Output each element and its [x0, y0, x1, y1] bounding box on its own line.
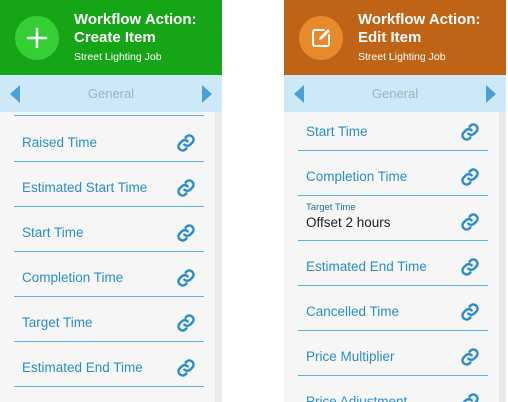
edit-item-panel: Workflow Action: Edit Item Street Lighti…	[284, 0, 506, 402]
field-estimated-end-time[interactable]: Estimated End Time	[298, 240, 488, 286]
field-label: Target Time	[22, 315, 93, 330]
link-icon[interactable]	[176, 178, 196, 198]
field-label: Completion Time	[306, 169, 408, 184]
chevron-right-icon[interactable]	[202, 85, 212, 103]
link-icon[interactable]	[176, 268, 196, 288]
chevron-left-icon[interactable]	[10, 85, 20, 103]
link-icon[interactable]	[460, 167, 480, 187]
link-icon[interactable]	[176, 358, 196, 378]
header-title-line2: Edit Item	[358, 29, 422, 46]
create-item-panel: Workflow Action: Create Item Street Ligh…	[0, 0, 222, 402]
header-title-line1: Workflow Action:	[74, 11, 197, 28]
create-item-header: Workflow Action: Create Item Street Ligh…	[0, 0, 222, 75]
field-target-time[interactable]: Target Time Offset 2 hours	[298, 195, 488, 241]
field-completion-time[interactable]: Completion Time	[14, 251, 204, 297]
field-label: Raised Time	[22, 135, 98, 150]
section-nav: General	[0, 75, 222, 112]
header-title: Workflow Action: Create Item	[74, 11, 222, 47]
link-icon[interactable]	[460, 122, 480, 142]
field-price-multiplier[interactable]: Price Multiplier	[298, 330, 488, 376]
field-label: Start Time	[22, 225, 84, 240]
field-target-time[interactable]: Target Time	[14, 296, 204, 342]
header-subtitle: Street Lighting Job	[358, 51, 446, 63]
field-label: Estimated Start Time	[22, 180, 148, 195]
field-value: Offset 2 hours	[306, 215, 391, 230]
section-label: General	[87, 86, 135, 101]
field-label: Price Adjustment	[306, 394, 408, 402]
link-icon[interactable]	[176, 223, 196, 243]
field-start-time[interactable]: Start Time	[14, 206, 204, 252]
edit-icon[interactable]	[299, 16, 343, 60]
field-estimated-end-time[interactable]: Estimated End Time	[14, 341, 204, 387]
plus-icon[interactable]	[15, 16, 59, 60]
header-subtitle: Street Lighting Job	[74, 51, 162, 63]
field-start-time[interactable]: Start Time	[298, 105, 488, 151]
field-label: Target Time	[306, 202, 356, 213]
link-icon[interactable]	[460, 257, 480, 277]
field-price-adjustment[interactable]: Price Adjustment	[298, 375, 488, 402]
header-title-line1: Workflow Action:	[358, 11, 481, 28]
section-label: General	[371, 86, 419, 101]
chevron-left-icon[interactable]	[294, 85, 304, 103]
header-title-line2: Create Item	[74, 29, 156, 46]
link-icon[interactable]	[460, 347, 480, 367]
field-label: Start Time	[306, 124, 368, 139]
chevron-right-icon[interactable]	[486, 85, 496, 103]
field-raised-time[interactable]: Raised Time	[14, 116, 204, 162]
link-icon[interactable]	[460, 212, 480, 232]
edit-item-header: Workflow Action: Edit Item Street Lighti…	[284, 0, 506, 75]
field-label: Estimated End Time	[306, 259, 427, 274]
field-label: Price Multiplier	[306, 349, 395, 364]
field-cancelled-time[interactable]: Cancelled Time	[298, 285, 488, 331]
field-label: Estimated End Time	[22, 360, 143, 375]
field-estimated-start-time[interactable]: Estimated Start Time	[14, 161, 204, 207]
link-icon[interactable]	[460, 302, 480, 322]
header-title: Workflow Action: Edit Item	[358, 11, 506, 47]
link-icon[interactable]	[176, 133, 196, 153]
link-icon[interactable]	[176, 313, 196, 333]
link-icon[interactable]	[460, 392, 480, 402]
field-completion-time[interactable]: Completion Time	[298, 150, 488, 196]
field-label: Completion Time	[22, 270, 124, 285]
field-label: Cancelled Time	[306, 304, 400, 319]
